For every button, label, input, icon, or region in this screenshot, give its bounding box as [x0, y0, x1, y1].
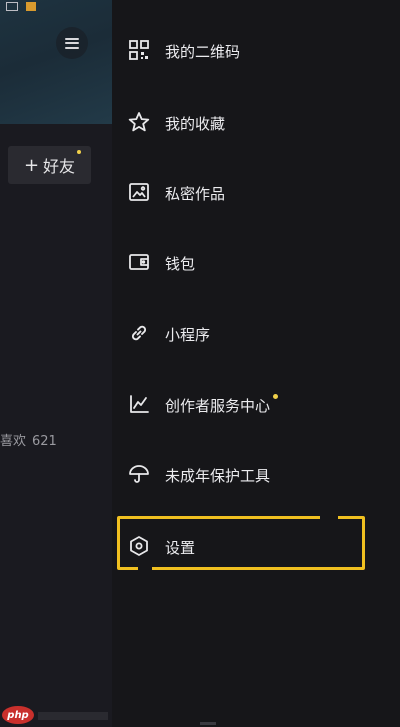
menu-item-label: 钱包: [165, 255, 196, 273]
private-works-icon: [128, 181, 150, 203]
new-indicator-dot: [273, 394, 279, 399]
home-indicator: [200, 722, 216, 725]
menu-item-label: 未成年保护工具: [165, 467, 271, 485]
menu-item-label: 设置: [165, 539, 196, 557]
menu-item-label: 私密作品: [165, 185, 226, 203]
add-friend-label: 好友: [43, 157, 76, 176]
sim-icon: [6, 2, 18, 11]
watermark-text-block: [38, 712, 108, 720]
profile-page-background: + 好友 喜欢 621 php: [0, 0, 112, 727]
add-friend-button[interactable]: + 好友: [8, 146, 91, 184]
watermark-logo: php: [2, 706, 34, 724]
status-bar-left: [0, 0, 112, 18]
likes-tab[interactable]: 喜欢 621: [0, 430, 57, 449]
menu-item-mini-programs[interactable]: 小程序: [112, 311, 400, 355]
menu-item-label: 创作者服务中心: [165, 394, 279, 416]
wallet-icon: [128, 251, 150, 273]
side-drawer: 我的二维码 我的收藏 私密作品 钱包 小程序 创作者服务中心 未成年保护工具 设…: [112, 0, 400, 727]
menu-item-minor-protection[interactable]: 未成年保护工具: [112, 452, 400, 496]
menu-item-label: 小程序: [165, 326, 211, 344]
star-icon: [128, 111, 150, 133]
umbrella-icon: [128, 463, 150, 485]
menu-item-qr-code[interactable]: 我的二维码: [112, 28, 400, 72]
menu-item-label: 我的收藏: [165, 115, 226, 133]
new-indicator-dot: [77, 150, 81, 154]
qr-code-icon: [128, 39, 150, 61]
menu-item-creator-center[interactable]: 创作者服务中心: [112, 382, 400, 426]
link-icon: [128, 322, 150, 344]
chart-line-icon: [128, 393, 150, 415]
likes-label: 喜欢: [0, 434, 27, 449]
menu-item-favorites[interactable]: 我的收藏: [112, 100, 400, 144]
menu-button[interactable]: [56, 27, 88, 59]
menu-item-settings[interactable]: 设置: [112, 524, 400, 568]
menu-item-private-works[interactable]: 私密作品: [112, 170, 400, 214]
settings-hexagon-icon: [128, 535, 150, 557]
likes-count: 621: [32, 434, 57, 449]
menu-item-label: 我的二维码: [165, 43, 241, 61]
profile-cover-image: [0, 0, 112, 124]
menu-item-wallet[interactable]: 钱包: [112, 240, 400, 284]
notification-badge-icon: [26, 2, 36, 11]
plus-icon: +: [23, 154, 40, 176]
hamburger-icon: [65, 37, 79, 49]
